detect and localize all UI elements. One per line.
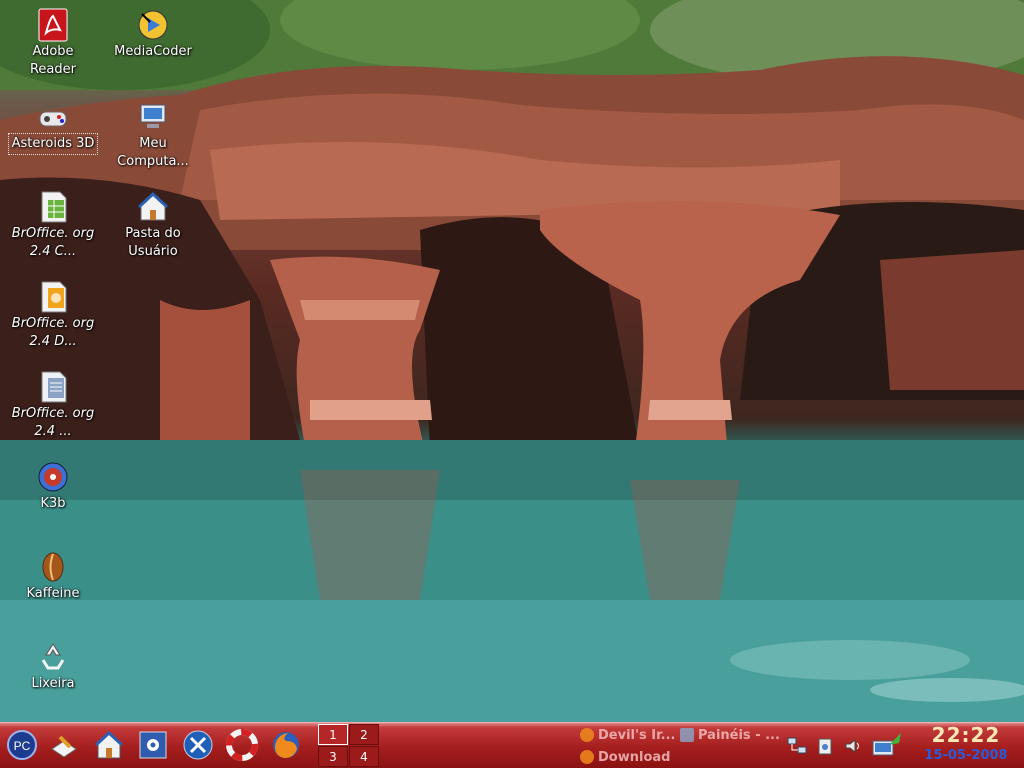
desktop-icon-my-computer[interactable]: Meu Computa... <box>110 100 196 171</box>
clock-date: 15-05-2008 <box>924 748 1008 763</box>
desktop-icon-label: Asteroids 3D <box>8 133 98 155</box>
task-label: Download <box>598 749 671 765</box>
desktop-icon-label: Adobe Reader <box>29 44 76 77</box>
lifebuoy-icon <box>226 729 258 761</box>
desktop-icon-label: MediaCoder <box>114 44 192 59</box>
desktop-icon-home-folder[interactable]: Pasta do Usuário <box>110 190 196 261</box>
task-button-devils[interactable]: Devil's Ir... <box>580 725 675 745</box>
home-folder-icon <box>137 191 169 221</box>
system-tools-launcher[interactable] <box>180 727 216 763</box>
pager-desktop-4[interactable]: 4 <box>349 746 379 767</box>
pager-desktop-1[interactable]: 1 <box>318 724 348 745</box>
control-panel-launcher[interactable] <box>135 727 171 763</box>
computer-icon <box>140 104 166 128</box>
firefox-icon <box>580 728 594 742</box>
desktop-icon-trash[interactable]: Lixeira <box>10 640 96 693</box>
desktop-icon-broffice-writer[interactable]: BrOffice. org 2.4 ... <box>10 370 96 441</box>
task-label: Devil's Ir... <box>598 727 676 743</box>
volume-tray-button[interactable] <box>842 735 864 757</box>
clipboard-icon <box>818 738 832 755</box>
pc-menu-icon: PC <box>7 730 37 760</box>
pager-desktop-3[interactable]: 3 <box>318 746 348 767</box>
pager-desktop-2[interactable]: 2 <box>349 724 379 745</box>
clock-time: 22:22 <box>931 723 1001 747</box>
desktop-icon-kaffeine[interactable]: Kaffeine <box>10 550 96 603</box>
desktop-icon-broffice-draw[interactable]: BrOffice. org 2.4 D... <box>10 280 96 351</box>
network-tray-button[interactable] <box>786 735 808 757</box>
kaffeine-icon <box>42 552 64 582</box>
control-panel-icon <box>139 731 167 759</box>
desktop-icon-label: BrOffice. org 2.4 C... <box>11 226 95 259</box>
firefox-icon <box>580 750 594 764</box>
desktop-icon-asteroids-3d[interactable]: Asteroids 3D <box>8 100 98 155</box>
task-list: Devil's Ir... Painéis - ... Download <box>580 725 780 767</box>
pc-menu-label: PC <box>14 739 31 753</box>
help-launcher[interactable] <box>224 727 260 763</box>
desktop-icon-label: Meu Computa... <box>117 136 189 169</box>
task-label: Painéis - ... <box>698 727 780 743</box>
gamepad-icon <box>39 111 67 127</box>
firefox-icon <box>273 732 299 758</box>
desktop-icon-broffice-calc[interactable]: BrOffice. org 2.4 C... <box>10 190 96 261</box>
volume-icon <box>845 738 859 754</box>
system-tray <box>786 729 904 763</box>
network-icon <box>787 737 807 754</box>
text-editor-launcher[interactable] <box>46 727 82 763</box>
task-button-download[interactable]: Download <box>580 747 670 767</box>
desktop-icon-label: K3b <box>40 496 66 511</box>
trash-icon <box>41 643 65 670</box>
clipboard-tray-button[interactable] <box>814 735 836 757</box>
clock[interactable]: 22:22 15-05-2008 <box>912 723 1020 765</box>
desktop-icon-mediacoder[interactable]: MediaCoder <box>110 8 196 61</box>
k3b-icon <box>38 462 68 492</box>
desktop-icon-label: Kaffeine <box>26 586 80 601</box>
update-manager-tray-button[interactable] <box>870 733 904 757</box>
panels-icon <box>680 728 694 742</box>
home-icon <box>94 730 124 759</box>
broffice-calc-icon <box>41 191 67 223</box>
broffice-draw-icon <box>41 281 67 313</box>
text-editor-icon <box>51 735 77 758</box>
adobe-reader-icon <box>38 8 68 42</box>
broffice-writer-icon <box>41 371 67 403</box>
desktop-icon-label: Pasta do Usuário <box>125 226 181 259</box>
virtual-desktop-pager: 1 2 3 4 <box>318 724 380 768</box>
taskbar: PC 1 2 3 4 Devil's Ir... Painéis - ... D… <box>0 722 1024 768</box>
desktop-icon-adobe-reader[interactable]: Adobe Reader <box>10 8 96 79</box>
desktop-icon-label: BrOffice. org 2.4 ... <box>11 406 95 439</box>
update-manager-icon <box>872 733 901 756</box>
home-launcher[interactable] <box>91 727 127 763</box>
pc-menu-button[interactable]: PC <box>4 727 40 763</box>
desktop-icon-label: Lixeira <box>31 676 75 691</box>
firefox-launcher[interactable] <box>268 727 304 763</box>
system-tools-icon <box>183 730 213 760</box>
mediacoder-icon <box>138 10 168 40</box>
desktop-icon-k3b[interactable]: K3b <box>10 460 96 513</box>
desktop-icon-label: BrOffice. org 2.4 D... <box>11 316 95 349</box>
task-button-paineis[interactable]: Painéis - ... <box>680 725 780 745</box>
